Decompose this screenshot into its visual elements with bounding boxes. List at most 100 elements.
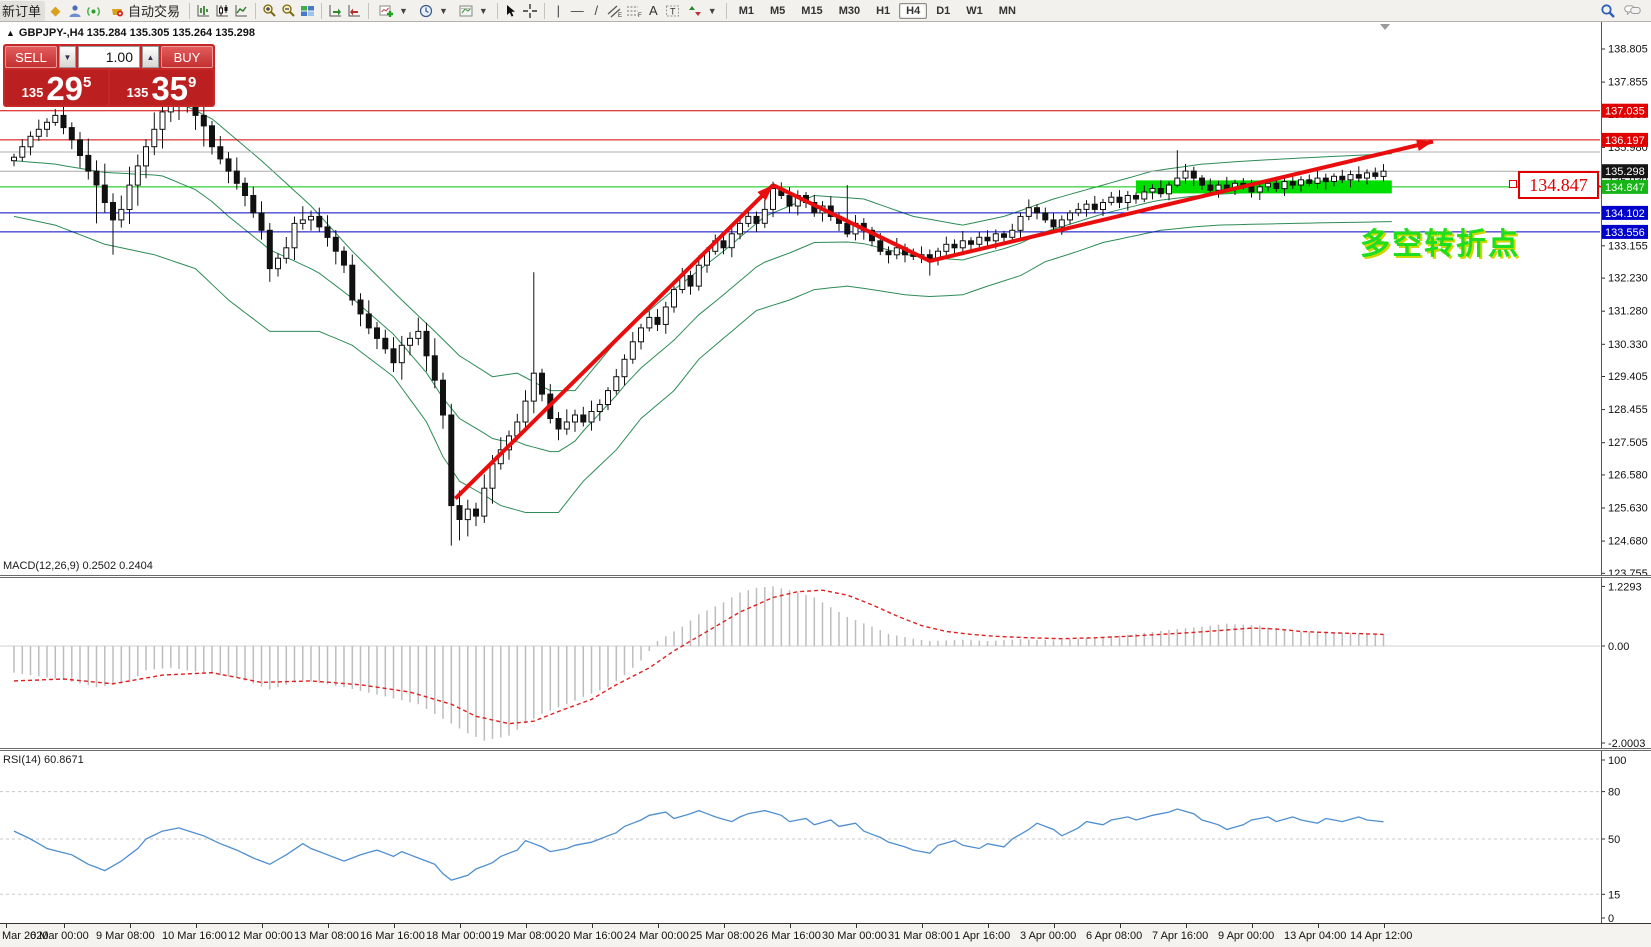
- time-tick: [64, 924, 65, 928]
- chevron-down-icon: ▼: [399, 6, 408, 16]
- svg-text:130.330: 130.330: [1608, 339, 1648, 351]
- time-tick: [790, 924, 791, 928]
- timeframe-m30[interactable]: M30: [832, 3, 867, 19]
- panel-separator[interactable]: [0, 748, 1651, 751]
- zoom-out-icon[interactable]: [280, 3, 297, 19]
- fibonacci-tool-icon[interactable]: F: [626, 3, 643, 19]
- time-tick: [6, 924, 7, 928]
- macd-indicator-label: MACD(12,26,9) 0.2502 0.2404: [3, 560, 153, 572]
- auto-scroll-icon[interactable]: [327, 3, 344, 19]
- cursor-icon[interactable]: [503, 3, 520, 19]
- annotation-anchor-handle[interactable]: [1509, 180, 1517, 188]
- gold-symbol-icon[interactable]: ◆: [47, 3, 64, 19]
- separator: [255, 3, 256, 19]
- horizontal-price-lines[interactable]: [0, 111, 1600, 232]
- chat-bubbles-icon[interactable]: [1624, 3, 1641, 19]
- buy-button[interactable]: BUY: [161, 46, 213, 68]
- templates-button[interactable]: ▼: [454, 1, 492, 21]
- auto-trading-icon: [108, 3, 125, 19]
- svg-text:138.805: 138.805: [1608, 44, 1648, 56]
- chevron-down-icon: ▼: [439, 6, 448, 16]
- trendline-tool-icon[interactable]: /: [588, 3, 605, 19]
- channel-tool-icon[interactable]: E: [607, 3, 624, 19]
- turning-point-annotation[interactable]: 多空转折点: [1360, 219, 1520, 263]
- time-label: 24 Mar 00:00: [624, 930, 689, 942]
- time-axis[interactable]: Mar 20206 Mar 00:009 Mar 08:0010 Mar 16:…: [0, 923, 1651, 947]
- panel-separator[interactable]: [0, 575, 1651, 578]
- indicators-button[interactable]: ▼: [374, 1, 412, 21]
- time-tick: [724, 924, 725, 928]
- auto-trading-button[interactable]: 自动交易: [104, 1, 184, 21]
- chart-shift-marker[interactable]: [1380, 24, 1390, 30]
- time-tick: [394, 924, 395, 928]
- svg-text:131.280: 131.280: [1608, 306, 1648, 318]
- arrows-icon: [687, 3, 704, 19]
- timeframe-m1[interactable]: M1: [732, 3, 761, 19]
- volume-up-button[interactable]: ▲: [142, 46, 159, 68]
- timeframe-d1[interactable]: D1: [929, 3, 957, 19]
- svg-text:128.455: 128.455: [1608, 404, 1648, 416]
- timeframe-mn[interactable]: MN: [992, 3, 1023, 19]
- chart-shift-icon[interactable]: [346, 3, 363, 19]
- separator: [497, 3, 498, 19]
- volume-down-button[interactable]: ▼: [59, 46, 76, 68]
- time-label: 9 Apr 00:00: [1218, 930, 1274, 942]
- chart-title-text: GBPJPY-,H4 135.284 135.305 135.264 135.2…: [19, 27, 255, 39]
- price-annotation-box[interactable]: 134.847: [1518, 171, 1599, 199]
- time-tick: [130, 924, 131, 928]
- time-label: 10 Mar 16:00: [162, 930, 227, 942]
- time-tick: [592, 924, 593, 928]
- svg-text:137.035: 137.035: [1605, 106, 1645, 118]
- bar-chart-icon[interactable]: [195, 3, 212, 19]
- signal-icon[interactable]: [85, 3, 102, 19]
- svg-text:137.855: 137.855: [1608, 77, 1648, 89]
- toolbar: 新订单 ◆ 自动交易 ▼: [0, 0, 1651, 22]
- crosshair-icon[interactable]: [522, 3, 539, 19]
- svg-text:15: 15: [1608, 889, 1620, 901]
- arrows-tool-button[interactable]: ▼: [683, 1, 721, 21]
- timeframe-h1[interactable]: H1: [869, 3, 897, 19]
- svg-text:124.680: 124.680: [1608, 536, 1648, 548]
- periods-button[interactable]: ▼: [414, 1, 452, 21]
- horizontal-line-tool-icon[interactable]: —: [569, 3, 586, 19]
- zoom-in-icon[interactable]: [261, 3, 278, 19]
- volume-input[interactable]: 1.00: [78, 46, 140, 68]
- time-tick: [262, 924, 263, 928]
- timeframe-w1[interactable]: W1: [959, 3, 990, 19]
- text-tool-icon[interactable]: A: [645, 3, 662, 19]
- timeframe-m5[interactable]: M5: [763, 3, 792, 19]
- trader-profile-icon[interactable]: [66, 3, 83, 19]
- svg-text:0.00: 0.00: [1608, 641, 1629, 653]
- svg-text:133.155: 133.155: [1608, 240, 1648, 252]
- macd-panel: 1.22930.00-2.0003: [0, 581, 1645, 750]
- add-indicator-icon: [378, 3, 395, 19]
- time-label: 16 Mar 16:00: [360, 930, 425, 942]
- chevron-down-icon: ▼: [479, 6, 488, 16]
- rsi-panel: 1008050150: [0, 755, 1626, 925]
- svg-text:134.847: 134.847: [1605, 182, 1645, 194]
- candlestick-chart-icon[interactable]: [214, 3, 231, 19]
- sell-button[interactable]: SELL: [5, 46, 57, 68]
- svg-text:134.102: 134.102: [1605, 208, 1645, 220]
- search-icon[interactable]: [1599, 3, 1616, 19]
- new-order-button[interactable]: 新订单: [0, 1, 45, 21]
- time-tick: [328, 924, 329, 928]
- label-tool-icon[interactable]: T: [664, 3, 681, 19]
- tile-windows-icon[interactable]: [299, 3, 316, 19]
- time-label: 31 Mar 08:00: [888, 930, 953, 942]
- price-axis: 138.805137.855136.930135.980135.030134.0…: [1601, 44, 1648, 580]
- sell-price[interactable]: 135295: [5, 70, 108, 105]
- line-chart-icon[interactable]: [233, 3, 250, 19]
- svg-text:100: 100: [1608, 755, 1626, 767]
- time-label: 25 Mar 08:00: [690, 930, 755, 942]
- time-tick: [856, 924, 857, 928]
- timeframe-h4[interactable]: H4: [899, 3, 927, 19]
- collapse-arrow-icon[interactable]: ▲: [6, 28, 15, 38]
- time-label: 30 Mar 00:00: [822, 930, 887, 942]
- vertical-line-tool-icon[interactable]: |: [550, 3, 567, 19]
- svg-text:129.405: 129.405: [1608, 371, 1648, 383]
- timeframe-m15[interactable]: M15: [794, 3, 829, 19]
- buy-price[interactable]: 135359: [110, 70, 213, 105]
- clock-icon: [418, 3, 435, 19]
- time-tick: [1384, 924, 1385, 928]
